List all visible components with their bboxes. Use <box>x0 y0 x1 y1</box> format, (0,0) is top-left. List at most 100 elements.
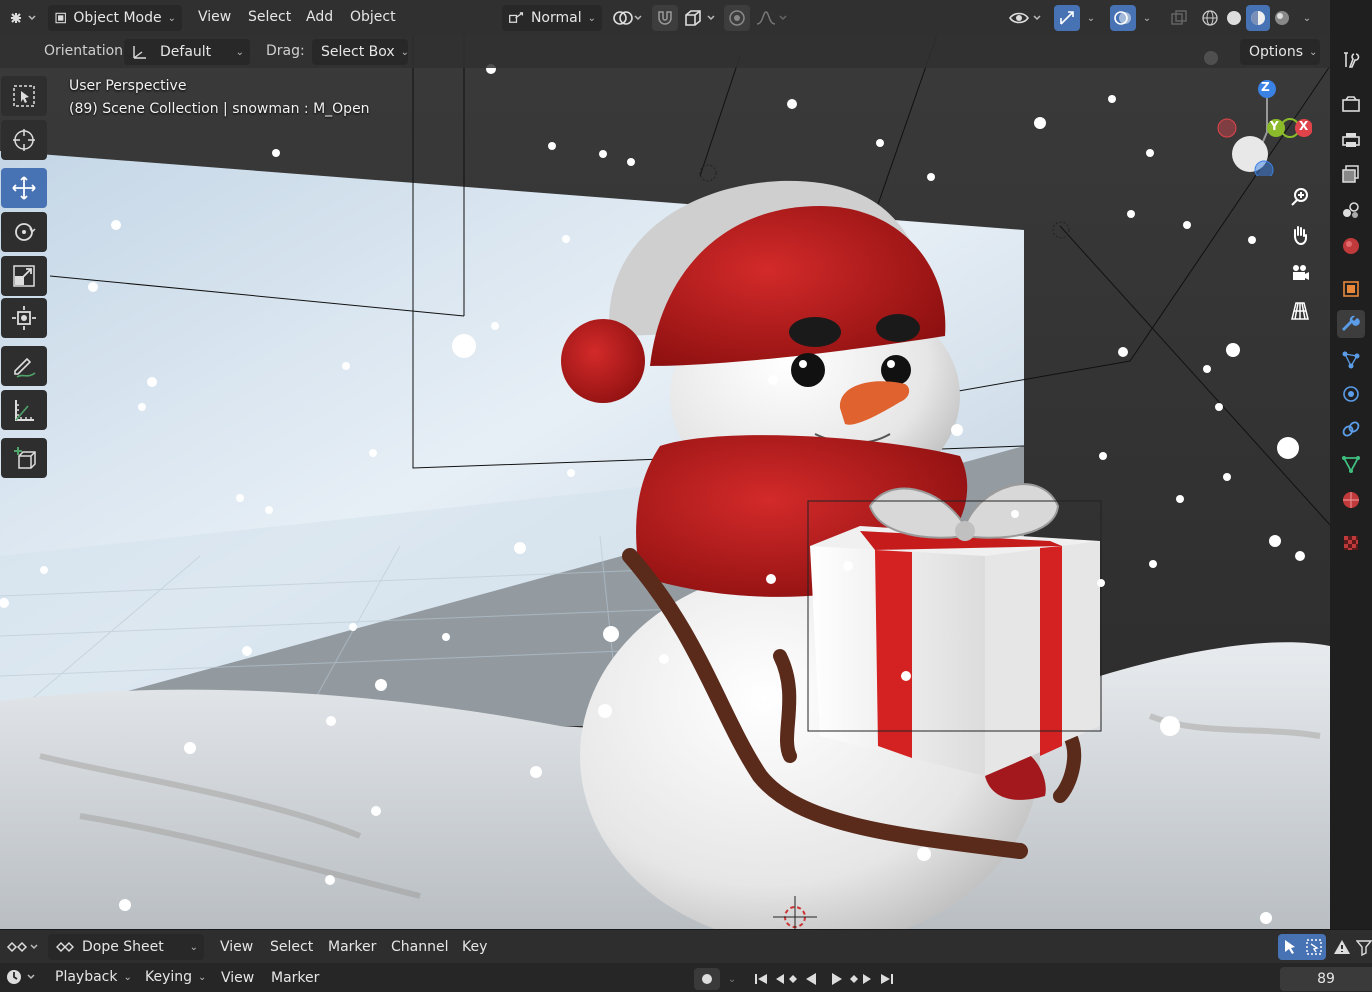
tool-wrench-screwdriver-icon <box>1344 52 1360 68</box>
particles-icon <box>1342 351 1360 369</box>
tab-render[interactable] <box>1337 90 1365 118</box>
perspective-toggle-button[interactable] <box>1284 295 1316 327</box>
next-keyframe-button[interactable] <box>850 968 872 990</box>
overlays-dropdown[interactable]: ⌄ <box>1138 5 1156 31</box>
orientation-icon <box>509 12 524 23</box>
shading-wireframe[interactable] <box>1198 5 1222 31</box>
auto-key-dropdown[interactable]: ⌄ <box>722 968 742 990</box>
snap-toggle[interactable] <box>652 5 678 31</box>
dope-sheet-mode-dropdown[interactable]: Dope Sheet ⌄ <box>48 934 204 960</box>
tab-output[interactable] <box>1337 126 1365 154</box>
3d-viewport[interactable]: User Perspective (89) Scene Collection |… <box>0 36 1330 929</box>
tool-cursor[interactable] <box>1 120 47 160</box>
zoom-icon <box>1291 188 1308 206</box>
tool-transform[interactable] <box>1 298 47 338</box>
tab-constraints[interactable] <box>1337 415 1365 443</box>
chevron-down-icon: ⌄ <box>1086 12 1096 24</box>
timeline-menu-view[interactable]: View <box>221 970 254 986</box>
chevron-down-icon: ⌄ <box>727 973 737 985</box>
record-button[interactable] <box>694 968 720 990</box>
annotate-pencil-icon <box>14 357 36 378</box>
pan-button[interactable] <box>1284 219 1316 251</box>
editor-type-button[interactable] <box>4 6 40 30</box>
chevron-down-icon: ⌄ <box>587 12 596 24</box>
tab-particles[interactable] <box>1337 346 1365 374</box>
timeline-header: Playback ⌄ Keying ⌄ View Marker <box>0 963 1372 992</box>
material-ball-icon <box>1343 492 1359 508</box>
keying-dropdown[interactable]: Keying ⌄ <box>136 965 210 989</box>
chevron-down-icon: ⌄ <box>189 941 198 953</box>
tool-add-cube[interactable] <box>1 438 47 478</box>
gizmo-y-label: Y <box>1270 119 1279 133</box>
falloff-curve-icon <box>756 11 787 25</box>
falloff-button[interactable] <box>752 5 792 31</box>
tab-physics[interactable] <box>1337 380 1365 408</box>
gizmo-z-label: Z <box>1261 80 1270 94</box>
xray-toggle[interactable] <box>1166 5 1192 31</box>
overlays-toggle[interactable] <box>1110 5 1136 31</box>
constraints-link-icon <box>1342 421 1360 437</box>
snap-target-button[interactable] <box>680 5 720 31</box>
proportional-edit-toggle[interactable] <box>724 5 750 31</box>
play-icon <box>832 973 842 985</box>
visibility-button[interactable] <box>1006 5 1046 31</box>
tab-modifiers[interactable] <box>1337 310 1365 338</box>
shading-material[interactable] <box>1246 5 1270 31</box>
tab-data[interactable] <box>1337 450 1365 478</box>
show-hidden-toggle[interactable] <box>1302 934 1326 960</box>
menu-select[interactable]: Select <box>248 9 291 25</box>
orientation-dropdown[interactable]: Default ⌄ <box>124 39 250 65</box>
tool-rotate[interactable] <box>1 212 47 252</box>
jump-start-button[interactable] <box>750 968 772 990</box>
menu-view[interactable]: View <box>198 9 231 25</box>
tool-scale[interactable] <box>1 256 47 296</box>
timeline-menu-marker[interactable]: Marker <box>271 970 319 986</box>
filter-button[interactable] <box>1356 934 1372 960</box>
options-dropdown[interactable]: Options ⌄ <box>1240 39 1320 65</box>
prev-keyframe-button[interactable] <box>775 968 797 990</box>
tab-world[interactable] <box>1337 232 1365 260</box>
tool-select-box[interactable] <box>1 76 47 116</box>
scene-icon <box>1343 202 1359 218</box>
current-frame-field[interactable]: 89 <box>1280 967 1372 991</box>
dope-menu-select[interactable]: Select <box>270 939 313 955</box>
transform-orientation-dropdown[interactable]: Normal ⌄ <box>502 5 602 31</box>
dope-menu-marker[interactable]: Marker <box>328 939 376 955</box>
play-reverse-button[interactable] <box>800 968 822 990</box>
tool-annotate[interactable] <box>1 346 47 386</box>
menu-object[interactable]: Object <box>350 9 396 25</box>
dope-menu-key[interactable]: Key <box>462 939 487 955</box>
tool-move[interactable] <box>1 168 47 208</box>
camera-view-button[interactable] <box>1284 257 1316 289</box>
shading-rendered[interactable] <box>1270 5 1294 31</box>
tab-material[interactable] <box>1337 486 1365 514</box>
orientation-axes-icon <box>133 46 146 59</box>
shading-dropdown[interactable]: ⌄ <box>1296 5 1318 31</box>
menu-add[interactable]: Add <box>306 9 333 25</box>
orientation-label: Orientation: <box>44 43 128 59</box>
dope-menu-channel[interactable]: Channel <box>391 939 448 955</box>
dope-sheet-header: Dope Sheet ⌄ View Select Marker Channel … <box>0 929 1372 963</box>
shading-solid[interactable] <box>1222 5 1246 31</box>
tab-object[interactable] <box>1337 275 1365 303</box>
tab-scene[interactable] <box>1337 196 1365 224</box>
jump-end-button[interactable] <box>876 968 898 990</box>
gizmo-toggle[interactable] <box>1054 5 1080 31</box>
zoom-button[interactable] <box>1284 181 1316 213</box>
playback-dropdown[interactable]: Playback ⌄ <box>46 965 134 989</box>
tab-tool[interactable] <box>1337 46 1365 74</box>
play-button[interactable] <box>826 968 848 990</box>
timeline-editor-type-button[interactable] <box>2 965 40 989</box>
editor-type-button[interactable] <box>2 934 42 960</box>
dope-menu-view[interactable]: View <box>220 939 253 955</box>
tab-view-layer[interactable] <box>1337 160 1365 188</box>
navigation-gizmo[interactable]: Z Y X <box>1212 76 1312 176</box>
only-selected-toggle[interactable] <box>1278 934 1302 960</box>
tool-measure[interactable] <box>1 390 47 430</box>
gizmo-dropdown[interactable]: ⌄ <box>1082 5 1100 31</box>
tab-texture[interactable] <box>1337 529 1365 557</box>
mode-dropdown[interactable]: Object Mode ⌄ <box>48 5 182 31</box>
pivot-point-button[interactable] <box>610 6 646 30</box>
drag-dropdown[interactable]: Select Box ⌄ <box>312 39 409 65</box>
only-errors-toggle[interactable] <box>1330 934 1354 960</box>
